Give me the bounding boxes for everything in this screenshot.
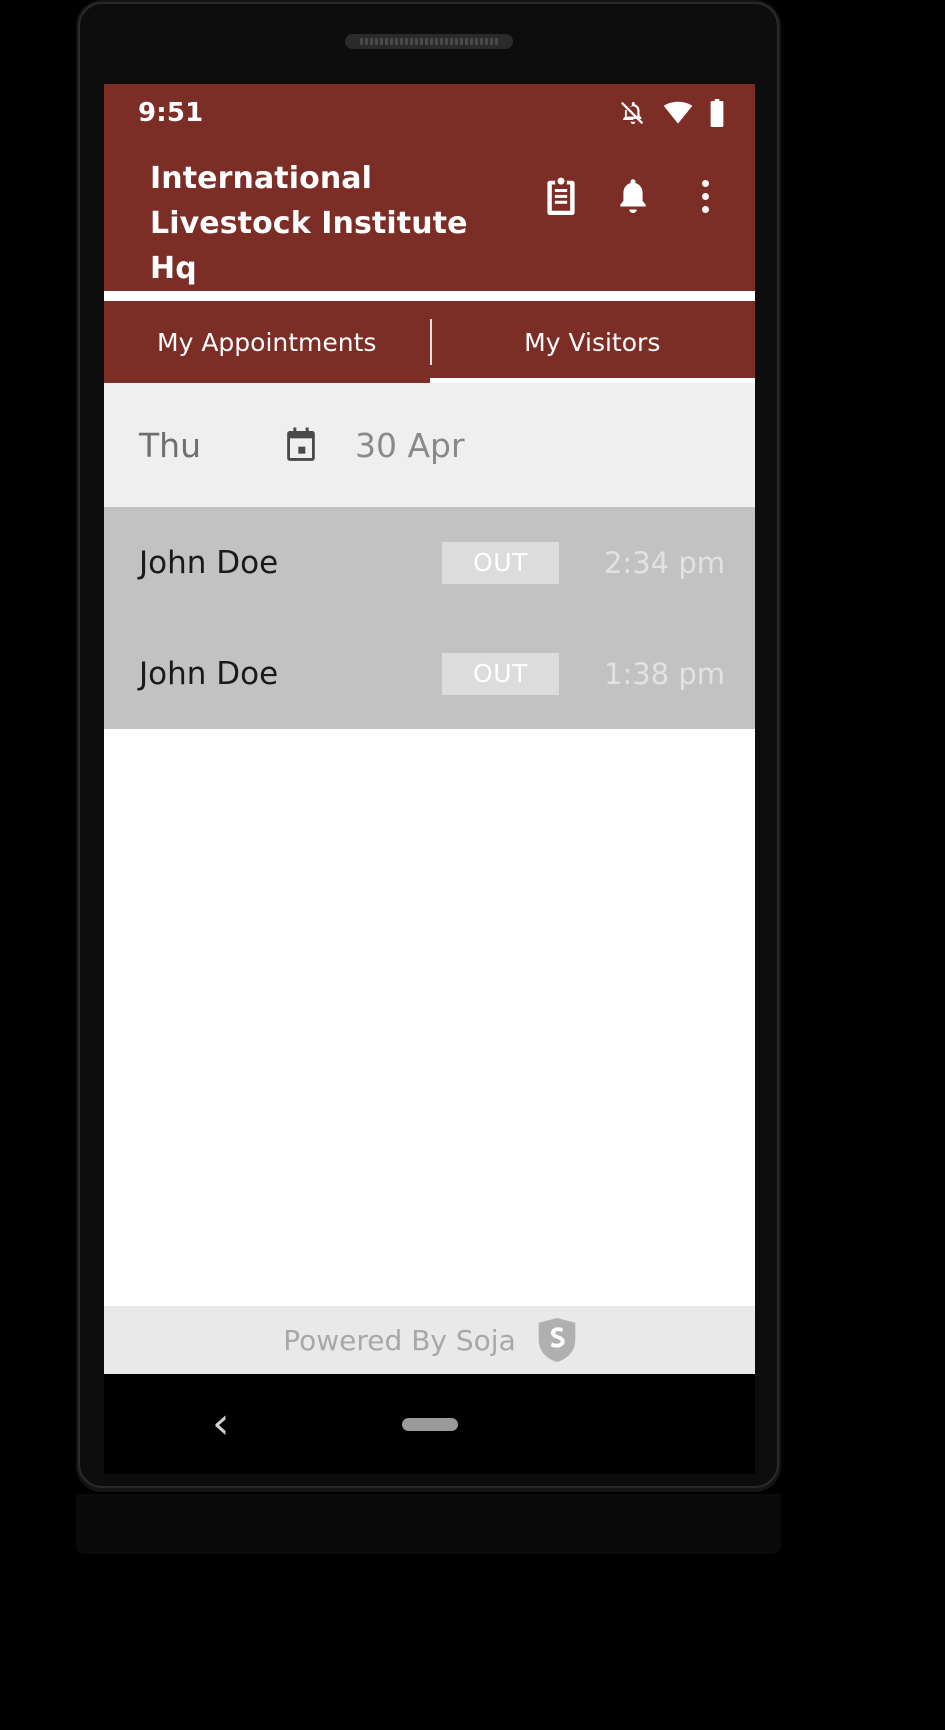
android-nav-bar: ‹ [104, 1374, 755, 1474]
tab-my-appointments[interactable]: My Appointments [104, 301, 430, 383]
status-bar-icons [619, 99, 725, 127]
app-bar-actions [539, 156, 733, 218]
visitor-time: 2:34 pm [604, 545, 725, 580]
date-value: 30 Apr [355, 425, 465, 465]
battery-full-icon [709, 99, 725, 127]
powered-by-label: Powered By Soja [283, 1323, 516, 1357]
calendar-icon[interactable] [279, 423, 323, 467]
overflow-menu-icon[interactable] [683, 174, 727, 218]
visitor-name: John Doe [139, 655, 279, 692]
screen-root: 9:51 International Livestock Institute H… [0, 0, 945, 1730]
date-weekday: Thu [139, 425, 201, 465]
tab-bar: My Appointments My Visitors [104, 301, 755, 383]
visitor-list: John Doe OUT 2:34 pm John Doe OUT 1:38 p… [104, 507, 755, 729]
tab-my-visitors[interactable]: My Visitors [430, 301, 756, 383]
bell-icon[interactable] [611, 174, 655, 218]
status-badge: OUT [442, 541, 559, 584]
tab-my-appointments-label: My Appointments [157, 327, 377, 357]
page-title: International Livestock Institute Hq [150, 161, 468, 286]
empty-content-area [104, 729, 755, 1306]
notifications-off-icon [619, 99, 647, 127]
home-indicator[interactable] [401, 1417, 458, 1431]
soja-shield-logo [538, 1318, 576, 1362]
wifi-icon [663, 101, 693, 125]
visitor-name: John Doe [139, 544, 279, 581]
visitor-time: 1:38 pm [604, 656, 725, 691]
app-footer: Powered By Soja [104, 1306, 755, 1374]
active-tab-indicator [429, 378, 755, 383]
status-badge: OUT [442, 652, 559, 695]
app-viewport: 9:51 International Livestock Institute H… [104, 84, 755, 1374]
clipboard-icon[interactable] [539, 174, 583, 218]
nav-back-button[interactable]: ‹ [212, 1402, 230, 1446]
app-bar: International Livestock Institute Hq [104, 142, 755, 291]
table-row[interactable]: John Doe OUT 2:34 pm [104, 507, 755, 618]
status-clock: 9:51 [138, 98, 204, 128]
status-bar: 9:51 [104, 84, 755, 142]
phone-bottom-panel [76, 1494, 781, 1554]
earpiece-speaker [345, 34, 513, 49]
date-header[interactable]: Thu 30 Apr [104, 383, 755, 507]
table-row[interactable]: John Doe OUT 1:38 pm [104, 618, 755, 729]
tab-my-visitors-label: My Visitors [524, 327, 661, 357]
